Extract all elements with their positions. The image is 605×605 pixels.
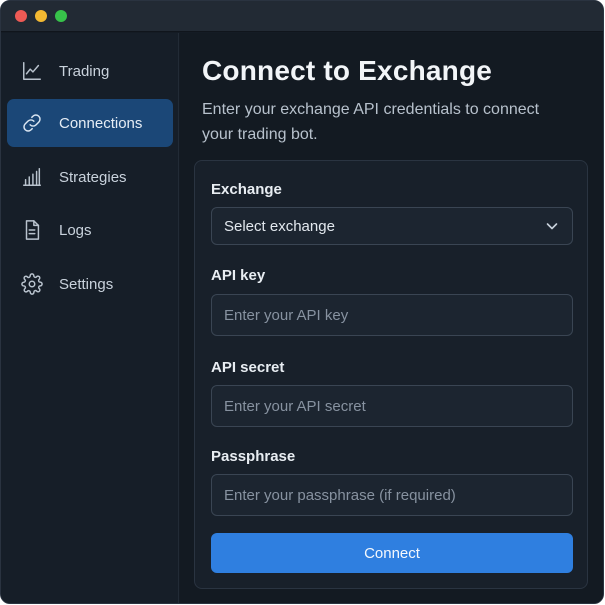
- passphrase-label: Passphrase: [211, 448, 296, 465]
- connect-button[interactable]: Connect: [211, 533, 573, 573]
- sidebar-item-label: Connections: [59, 114, 143, 132]
- sidebar-item-label: Logs: [59, 221, 92, 239]
- document-icon: [20, 218, 44, 242]
- chevron-down-icon: [544, 218, 560, 234]
- api-key-label: API key: [211, 267, 266, 284]
- minimize-window-button[interactable]: [35, 10, 47, 22]
- sidebar-item-settings[interactable]: Settings: [7, 260, 173, 308]
- api-key-input[interactable]: [211, 294, 573, 336]
- exchange-label: Exchange: [211, 181, 282, 198]
- close-window-button[interactable]: [15, 10, 27, 22]
- bar-chart-icon: [20, 165, 44, 189]
- gear-icon: [20, 272, 44, 296]
- main-content: Connect to Exchange Enter your exchange …: [180, 33, 603, 603]
- maximize-window-button[interactable]: [55, 10, 67, 22]
- app-window: Trading Connections Strategies Logs Sett: [0, 0, 604, 604]
- api-secret-input[interactable]: [211, 385, 573, 427]
- link-icon: [20, 111, 44, 135]
- sidebar-item-label: Strategies: [59, 168, 127, 186]
- sidebar-item-label: Trading: [59, 62, 110, 80]
- sidebar-item-connections[interactable]: Connections: [7, 99, 173, 147]
- page-title: Connect to Exchange: [202, 55, 493, 86]
- sidebar: Trading Connections Strategies Logs Sett: [1, 33, 179, 603]
- title-bar: [1, 1, 603, 32]
- connection-form-card: Exchange Select exchange API key API sec…: [194, 160, 588, 589]
- passphrase-input[interactable]: [211, 474, 573, 516]
- sidebar-item-label: Settings: [59, 275, 114, 293]
- sidebar-item-logs[interactable]: Logs: [7, 206, 173, 254]
- sidebar-item-trading[interactable]: Trading: [7, 47, 173, 95]
- exchange-select[interactable]: Select exchange: [211, 207, 573, 245]
- exchange-select-value: Select exchange: [224, 217, 335, 235]
- trending-chart-icon: [20, 59, 44, 83]
- page-subtitle: Enter your exchange API credentials to c…: [202, 101, 540, 143]
- api-secret-label: API secret: [211, 359, 285, 376]
- sidebar-item-strategies[interactable]: Strategies: [7, 153, 173, 201]
